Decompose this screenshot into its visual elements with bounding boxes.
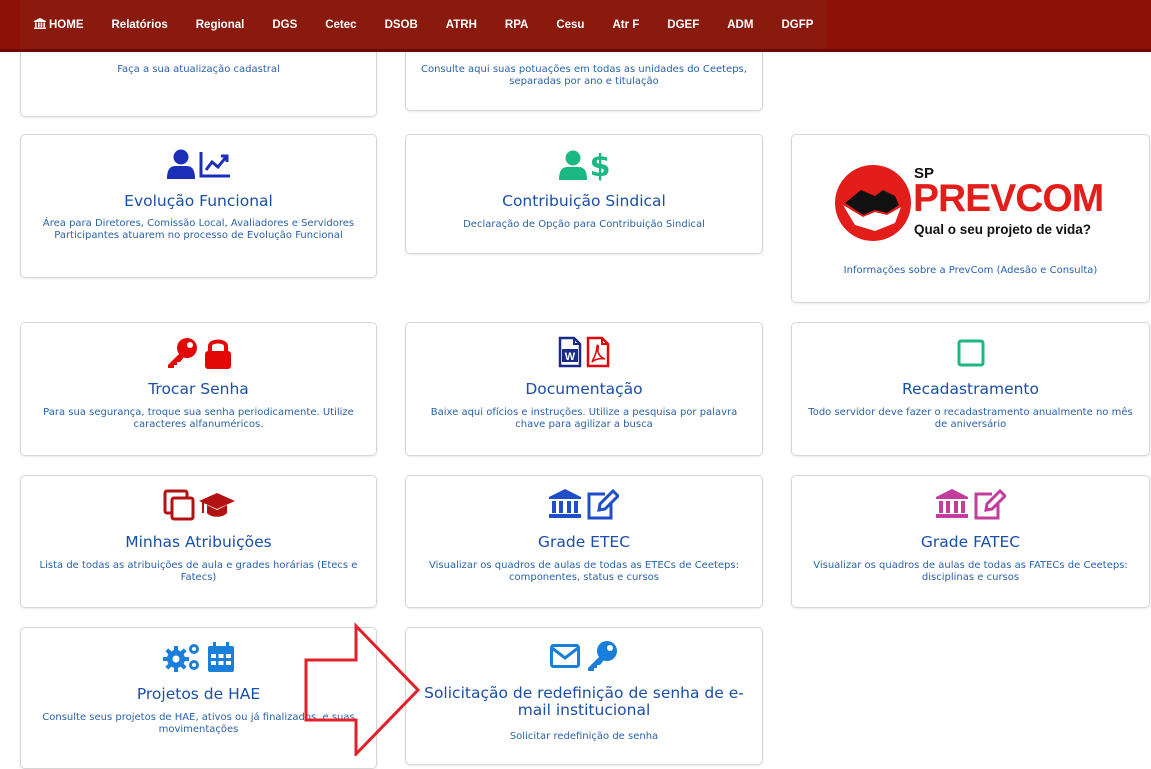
user-icon xyxy=(166,149,195,183)
bank-icon xyxy=(549,489,581,523)
nav-menu: HOME Relatórios Regional DGS Cetec DSOB … xyxy=(20,0,828,49)
card-documentacao[interactable]: W Documentação Baixe aqui ofícios e inst… xyxy=(405,322,763,456)
card-description: Para sua segurança, troque sua senha per… xyxy=(43,407,354,430)
nav-item-relatorios[interactable]: Relatórios xyxy=(98,0,182,49)
card-title: Documentação xyxy=(525,380,643,398)
envelope-icon xyxy=(550,644,580,672)
bank-icon xyxy=(34,17,46,32)
card-icons xyxy=(792,488,1149,524)
svg-text:W: W xyxy=(565,351,576,363)
card-recadastramento[interactable]: Recadastramento Todo servidor deve fazer… xyxy=(791,322,1150,456)
card-description: Solicitar redefinição de senha xyxy=(509,731,659,742)
card-title: Contribuição Sindical xyxy=(502,192,666,210)
card-grade-fatec[interactable]: Grade FATEC Visualizar os quadros de aul… xyxy=(791,475,1150,608)
card-description: Visualizar os quadros de aulas de todas … xyxy=(813,560,1128,583)
nav-item-home[interactable]: HOME xyxy=(20,0,98,49)
nav-item-atr-f[interactable]: Atr F xyxy=(598,0,653,49)
edit-icon xyxy=(585,488,621,524)
lock-icon xyxy=(204,337,232,373)
user-icon xyxy=(559,150,587,184)
nav-item-dsob[interactable]: DSOB xyxy=(371,0,432,49)
square-outline-icon xyxy=(957,339,985,371)
key-icon xyxy=(586,640,618,676)
card-description: Todo servidor deve fazer o recadastramen… xyxy=(808,407,1133,430)
card-prevcom[interactable]: SP PREVCOM Qual o seu projeto de vida? I… xyxy=(791,134,1150,303)
svg-text:$: $ xyxy=(591,149,609,181)
card-icons xyxy=(792,339,1149,371)
card-description: Área para Diretores, Comissão Local, Ava… xyxy=(42,218,355,241)
card-redefinicao-senha-email[interactable]: Solicitação de redefinição de senha de e… xyxy=(405,627,763,765)
card-icons xyxy=(406,640,762,676)
chart-line-icon xyxy=(199,150,231,182)
card-description: Faça a sua atualização cadastral xyxy=(117,64,280,75)
cogs-icon xyxy=(162,641,203,677)
card-icons xyxy=(21,489,376,525)
card-evolucao-funcional[interactable]: Evolução Funcional Área para Diretores, … xyxy=(20,134,377,278)
prevcom-logo-name: PREVCOM xyxy=(913,177,1104,220)
card-icons xyxy=(21,337,376,373)
card-icons: $ xyxy=(406,149,762,185)
card-title: Evolução Funcional xyxy=(124,192,273,210)
card-trocar-senha[interactable]: Trocar Senha Para sua segurança, troque … xyxy=(20,322,377,456)
nav-item-dgef[interactable]: DGEF xyxy=(653,0,713,49)
card-icons xyxy=(21,149,376,183)
nav-item-dgs[interactable]: DGS xyxy=(258,0,311,49)
card-minhas-atribuicoes[interactable]: Minhas Atribuições Lista de todas as atr… xyxy=(20,475,377,608)
nav-item-label: HOME xyxy=(49,18,84,31)
copy-icon xyxy=(163,489,195,525)
key-icon xyxy=(166,337,198,373)
nav-item-adm[interactable]: ADM xyxy=(713,0,767,49)
card-contribuicao-sindical[interactable]: $ Contribuição Sindical Declaração de Op… xyxy=(405,134,763,254)
nav-item-regional[interactable]: Regional xyxy=(182,0,259,49)
card-title: Minhas Atribuições xyxy=(125,533,272,551)
edit-icon xyxy=(972,488,1007,524)
card-description: Declaração de Opção para Contribuição Si… xyxy=(463,219,705,230)
nav-item-atrh[interactable]: ATRH xyxy=(432,0,491,49)
card-grade-etec[interactable]: Grade ETEC Visualizar os quadros de aula… xyxy=(405,475,763,608)
annotation-arrow xyxy=(304,622,421,756)
nav-item-rpa[interactable]: RPA xyxy=(491,0,542,49)
card-icons: W xyxy=(406,336,762,372)
graduation-cap-icon xyxy=(198,491,235,523)
nav-item-cesu[interactable]: Cesu xyxy=(542,0,598,49)
card-icons xyxy=(406,488,762,524)
nav-item-dgfp[interactable]: DGFP xyxy=(767,0,827,49)
nav-item-cetec[interactable]: Cetec xyxy=(311,0,370,49)
bank-icon xyxy=(935,489,968,523)
top-navbar: HOME Relatórios Regional DGS Cetec DSOB … xyxy=(0,0,1151,52)
pdf-file-icon xyxy=(586,336,610,372)
dollar-icon: $ xyxy=(590,149,611,185)
card-title: Trocar Senha xyxy=(148,380,249,398)
card-description: Informações sobre a PrevCom (Adesão e Co… xyxy=(843,265,1098,276)
card-description: Baixe aqui ofícios e instruções. Utilize… xyxy=(430,407,738,430)
card-title: Grade ETEC xyxy=(537,533,631,551)
card-description: Lista de todas as atribuições de aula e … xyxy=(39,560,358,583)
prevcom-logo: SP PREVCOM Qual o seu projeto de vida? xyxy=(835,163,1105,243)
card-title: Solicitação de redefinição de senha de e… xyxy=(424,684,744,719)
word-file-icon: W xyxy=(558,336,582,372)
calendar-icon xyxy=(207,641,235,677)
card-title: Recadastramento xyxy=(901,380,1039,398)
prevcom-logo-tagline: Qual o seu projeto de vida? xyxy=(914,222,1092,237)
card-description: Visualizar os quadros de aulas de todas … xyxy=(429,560,739,583)
card-description: Consulte aqui suas potuações em todas as… xyxy=(421,64,747,87)
card-title: Grade FATEC xyxy=(920,533,1021,551)
